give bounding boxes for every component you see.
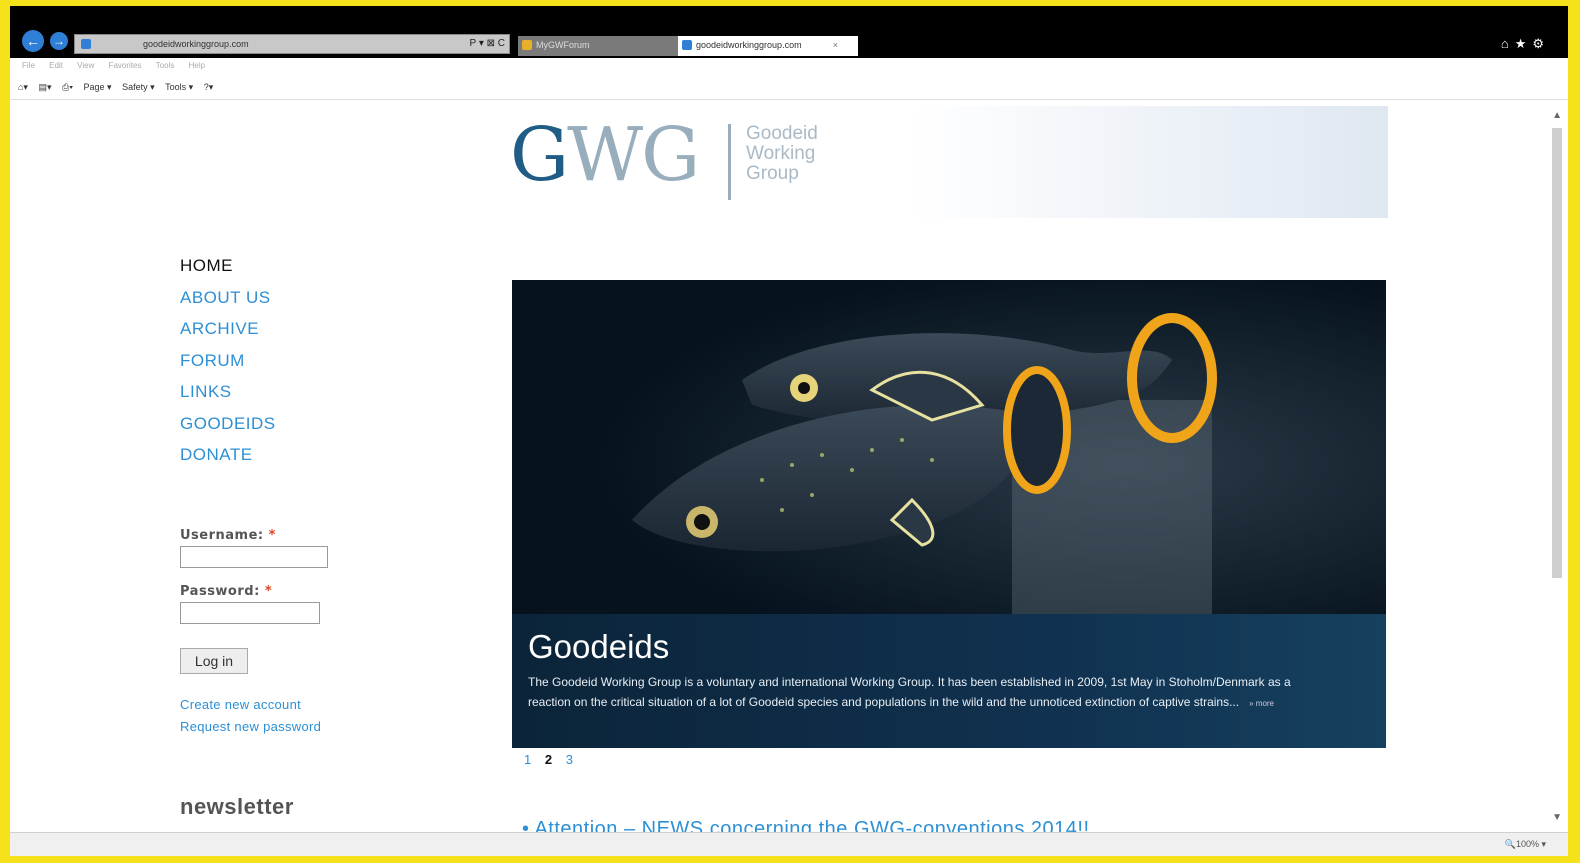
forum-favicon-icon xyxy=(522,40,532,50)
address-bar[interactable]: goodeidworkinggroup.com P ▾ ⊠ C xyxy=(74,34,510,54)
tab-goodeid[interactable]: goodeidworkinggroup.com × xyxy=(678,36,858,56)
nav-about-us[interactable]: ABOUT US xyxy=(180,282,276,314)
username-label: Username: * xyxy=(180,528,276,543)
page-menu[interactable]: Page ▾ xyxy=(84,82,112,92)
slide-caption: Goodeids The Goodeid Working Group is a … xyxy=(512,614,1386,748)
menu-help[interactable]: Help xyxy=(189,61,205,70)
gwg-logo[interactable]: GWG xyxy=(510,110,700,200)
menu-favorites[interactable]: Favorites xyxy=(109,61,142,70)
more-link[interactable]: » more xyxy=(1249,699,1274,708)
tab-forum[interactable]: MyGWForum xyxy=(518,36,678,56)
username-field[interactable] xyxy=(180,546,328,568)
login-form: Username: * Password: * Log in Create ne… xyxy=(180,528,328,734)
password-label: Password: * xyxy=(180,584,273,599)
fish-photo xyxy=(512,280,1386,614)
page-content: GWG Goodeid Working Group HOME ABOUT US … xyxy=(10,100,1568,832)
login-button[interactable]: Log in xyxy=(180,648,248,674)
command-bar: ⌂▾ ▤▾ ⎙▾ Page ▾ Safety ▾ Tools ▾ ?▾ xyxy=(10,74,1568,100)
menu-file[interactable]: File xyxy=(22,61,35,70)
password-field[interactable] xyxy=(180,602,320,624)
tab-label: MyGWForum xyxy=(536,40,590,50)
address-controls[interactable]: P ▾ ⊠ C xyxy=(470,35,505,53)
scroll-thumb[interactable] xyxy=(1552,128,1562,578)
menu-tools[interactable]: Tools xyxy=(156,61,175,70)
home-page-icon[interactable]: ⌂▾ xyxy=(18,82,28,92)
toolbar-icons: ⌂★⚙ xyxy=(1501,36,1550,52)
browser-window: ← → goodeidworkinggroup.com P ▾ ⊠ C MyGW… xyxy=(10,6,1568,856)
scroll-down-icon[interactable]: ▼ xyxy=(1552,812,1562,823)
nav-links[interactable]: LINKS xyxy=(180,376,276,408)
newsletter-heading: newsletter xyxy=(180,794,294,819)
help-icon[interactable]: ?▾ xyxy=(204,82,214,92)
ie-icon xyxy=(81,39,91,49)
feeds-icon[interactable]: ▤▾ xyxy=(38,82,51,92)
create-account-link[interactable]: Create new account xyxy=(180,694,321,716)
back-button[interactable]: ← xyxy=(22,30,44,52)
tools-menu[interactable]: Tools ▾ xyxy=(165,82,193,92)
pager-2[interactable]: 2 xyxy=(545,752,553,767)
browser-titlebar: ← → goodeidworkinggroup.com P ▾ ⊠ C MyGW… xyxy=(10,6,1568,58)
pager-3[interactable]: 3 xyxy=(566,752,574,767)
menu-view[interactable]: View xyxy=(77,61,94,70)
nav-archive[interactable]: ARCHIVE xyxy=(180,313,276,345)
star-icon[interactable]: ★ xyxy=(1515,36,1533,51)
menu-bar: File Edit View Favorites Tools Help xyxy=(10,58,1568,74)
print-icon[interactable]: ⎙▾ xyxy=(62,82,73,92)
nav-home[interactable]: HOME xyxy=(180,250,276,282)
header-banner xyxy=(910,106,1388,218)
slide-text: The Goodeid Working Group is a voluntary… xyxy=(528,675,1291,709)
news-link[interactable]: • Attention – NEWS concerning the GWG-co… xyxy=(522,818,1090,832)
close-icon[interactable]: × xyxy=(833,36,838,54)
nav-forum[interactable]: FORUM xyxy=(180,345,276,377)
nav-goodeids[interactable]: GOODEIDS xyxy=(180,408,276,440)
menu-edit[interactable]: Edit xyxy=(49,61,63,70)
home-icon[interactable]: ⌂ xyxy=(1501,36,1515,51)
gear-icon[interactable]: ⚙ xyxy=(1532,36,1550,51)
zoom-control[interactable]: 🔍100% ▾ xyxy=(1505,839,1546,850)
account-links: Create new account Request new password xyxy=(180,694,321,738)
pager-1[interactable]: 1 xyxy=(524,752,532,767)
status-bar: 🔍100% ▾ xyxy=(10,832,1568,856)
address-text: goodeidworkinggroup.com xyxy=(143,39,249,49)
safety-menu[interactable]: Safety ▾ xyxy=(122,82,155,92)
logo-subtitle: Goodeid Working Group xyxy=(746,123,818,184)
nav-donate[interactable]: DONATE xyxy=(180,439,276,471)
slide-title: Goodeids xyxy=(528,628,670,665)
tab-label: goodeidworkinggroup.com xyxy=(696,40,802,50)
forward-button[interactable]: → xyxy=(50,32,68,50)
slideshow[interactable]: Goodeids The Goodeid Working Group is a … xyxy=(512,280,1386,748)
slide-pager: 1 2 3 xyxy=(524,752,582,767)
ie-favicon-icon xyxy=(682,40,692,50)
main-nav: HOME ABOUT US ARCHIVE FORUM LINKS GOODEI… xyxy=(180,250,276,471)
scroll-up-icon[interactable]: ▲ xyxy=(1552,110,1562,121)
request-password-link[interactable]: Request new password xyxy=(180,716,321,738)
logo-divider xyxy=(728,124,731,200)
